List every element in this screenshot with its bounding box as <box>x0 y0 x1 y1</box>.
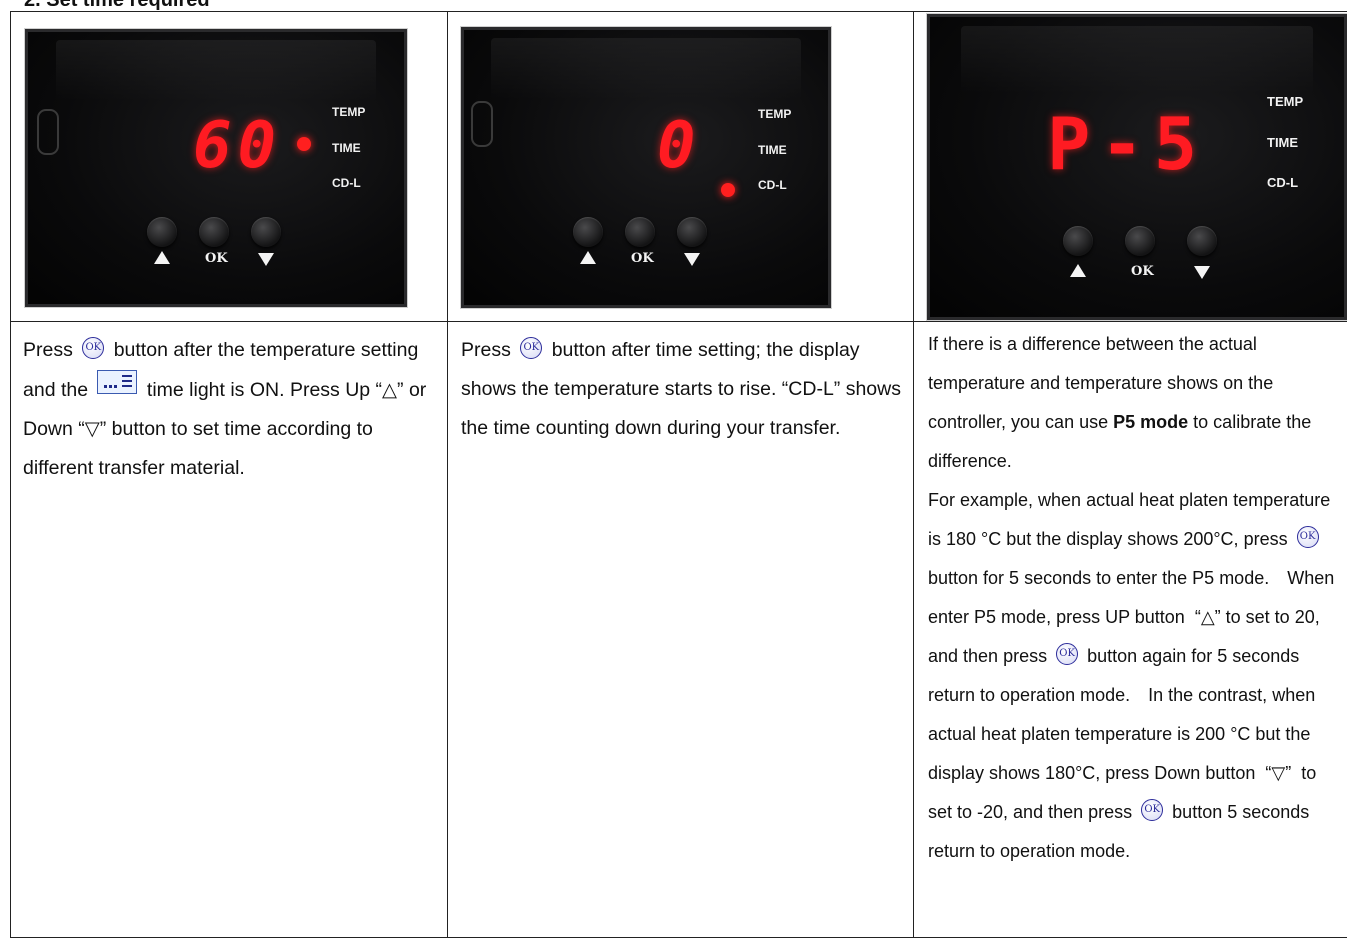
up-arrow-icon <box>580 251 596 264</box>
down-knob <box>251 217 281 247</box>
label-temp: TEMP <box>1267 94 1304 109</box>
down-knob <box>1187 226 1217 256</box>
ok-knob <box>1125 226 1155 256</box>
text-cell-1: Press OK button after the temperature se… <box>10 321 448 938</box>
label-cdl: CD-L <box>1267 175 1299 190</box>
label-time: TIME <box>758 143 787 157</box>
ok-label: OK <box>631 251 654 266</box>
side-screw-icon <box>471 101 493 147</box>
display-digits: 60 <box>193 109 283 183</box>
label-temp: TEMP <box>758 107 792 121</box>
label-cdl: CD-L <box>758 178 787 192</box>
label-time: TIME <box>332 141 361 155</box>
text-cell-2: Press OK button after time setting; the … <box>447 321 914 938</box>
controller-photo-p5: P-5 TEMP TIME CD-L OK <box>927 14 1347 320</box>
down-arrow-icon <box>1194 266 1210 279</box>
ok-label: OK <box>205 251 228 266</box>
photo-cell-2: 0 TEMP TIME CD-L OK <box>447 11 914 322</box>
ok-knob <box>625 217 655 247</box>
label-time: TIME <box>1267 135 1299 150</box>
up-arrow-icon <box>1070 264 1086 277</box>
ok-circle-icon: OK <box>82 337 105 359</box>
controller-photo-time-60: 60 TEMP TIME CD-L OK <box>25 29 407 307</box>
instruction-text-2: Press OK button after time setting; the … <box>448 322 913 448</box>
indicator-dot <box>297 137 311 151</box>
controller-photo-time-0: 0 TEMP TIME CD-L OK <box>461 27 831 308</box>
ok-label: OK <box>1131 264 1154 279</box>
time-light-icon <box>97 370 138 394</box>
photo-cell-3: P-5 TEMP TIME CD-L OK <box>913 11 1347 322</box>
text-segment: Press <box>461 339 511 361</box>
display-digits: P-5 <box>1047 102 1208 186</box>
instruction-table: 60 TEMP TIME CD-L OK 0 TEMP TIME CD-L OK… <box>10 11 1347 938</box>
up-knob <box>573 217 603 247</box>
up-knob <box>147 217 177 247</box>
photo-cell-1: 60 TEMP TIME CD-L OK <box>10 11 448 322</box>
ok-circle-icon: OK <box>1056 643 1079 665</box>
text-segment: For example, when actual heat platen tem… <box>928 490 1331 549</box>
instruction-text-1: Press OK button after the temperature se… <box>11 322 447 488</box>
text-segment: Press <box>23 339 73 361</box>
p5-mode-emphasis: P5 mode <box>1113 412 1189 432</box>
up-knob <box>1063 226 1093 256</box>
down-arrow-icon <box>684 253 700 266</box>
text-cell-3: If there is a difference between the act… <box>913 321 1347 938</box>
down-arrow-icon <box>258 253 274 266</box>
down-knob <box>677 217 707 247</box>
indicator-dot <box>721 183 735 197</box>
label-temp: TEMP <box>332 105 366 119</box>
ok-circle-icon: OK <box>1141 799 1164 821</box>
display-digits: 0 <box>657 109 702 183</box>
side-screw-icon <box>37 109 59 155</box>
text-segment: button again for 5 seconds return to ope… <box>928 646 1317 822</box>
ok-circle-icon: OK <box>1296 526 1319 548</box>
instruction-text-3: If there is a difference between the act… <box>914 322 1347 871</box>
up-arrow-icon <box>154 251 170 264</box>
label-cdl: CD-L <box>332 176 361 190</box>
ok-circle-icon: OK <box>520 337 543 359</box>
ok-knob <box>199 217 229 247</box>
